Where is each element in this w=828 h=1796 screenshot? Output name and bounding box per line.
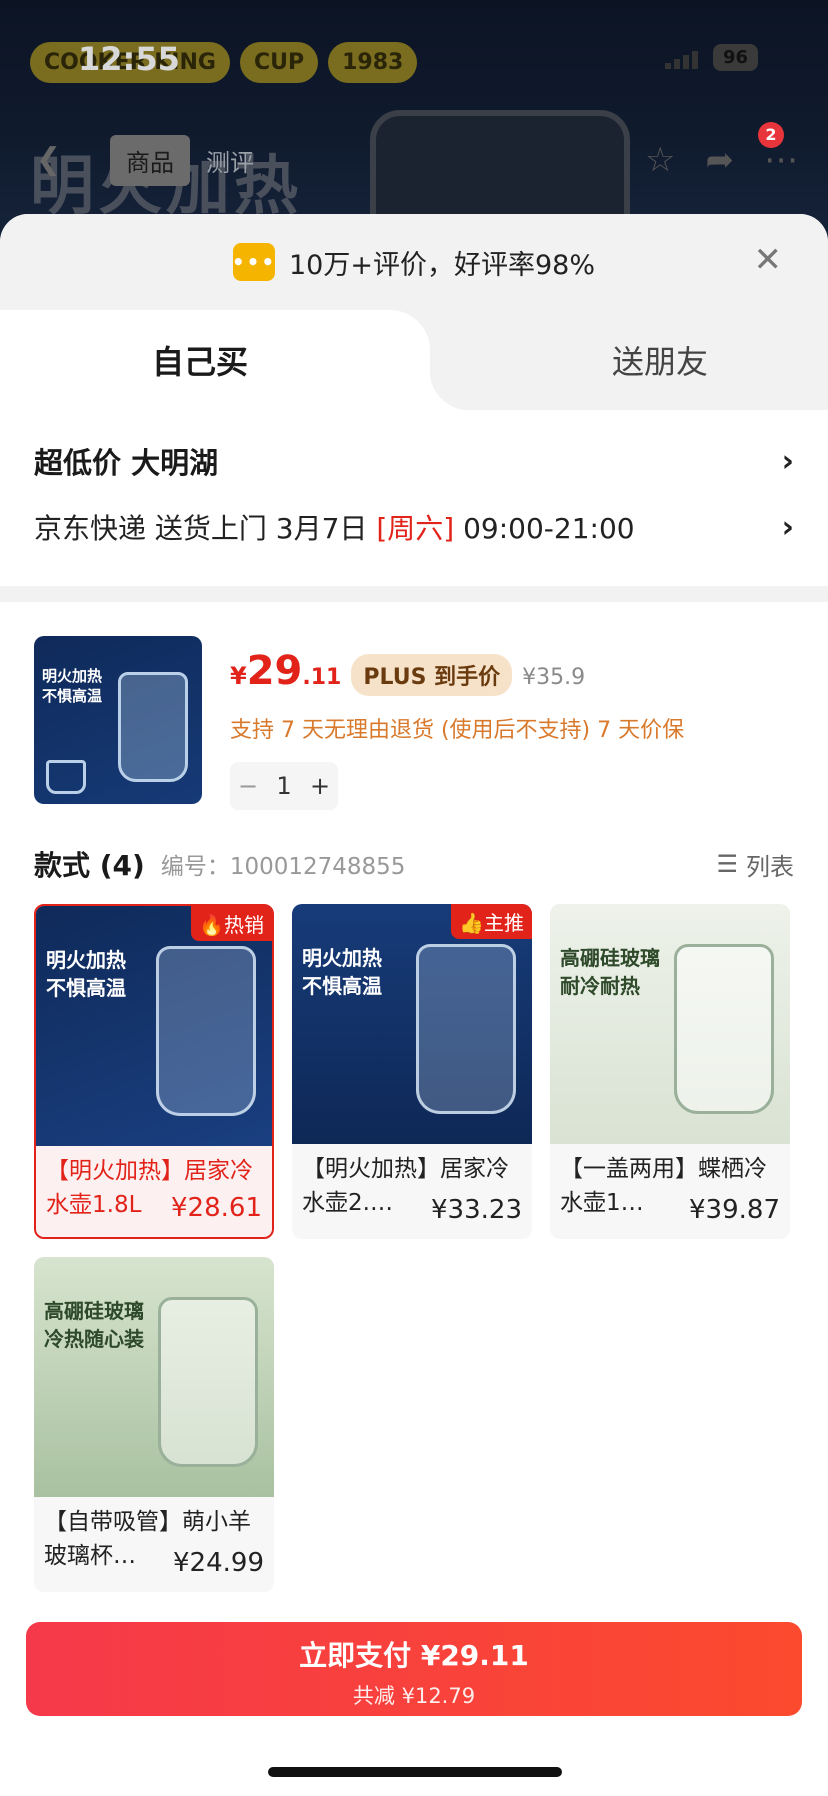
delivery-section: 超低价 大明湖 › 京东快递 送货上门 3月7日 [周六] 09:00-21:0… bbox=[0, 410, 828, 586]
pay-now-label: 立即支付 ¥29.11 bbox=[299, 1639, 529, 1672]
review-summary-text: 10万+评价，好评率98% bbox=[289, 249, 595, 281]
product-page-backdrop: COOKER KING CUP 1983 明火加热 12:55 96 ❮ 商品 … bbox=[0, 0, 828, 240]
style-option-image: 高硼硅玻璃 耐冷耐热 bbox=[550, 904, 790, 1144]
bottom-pay-bar: 立即支付 ¥29.11 共减 ¥12.79 bbox=[0, 1610, 828, 1796]
style-option-card[interactable]: 明火加热 不惧高温 👍主推 【明火加热】居家冷水壶2.… ¥33.23 bbox=[292, 904, 532, 1239]
purchase-mode-tabs: 自己买 送朋友 bbox=[0, 310, 828, 410]
chevron-right-icon: › bbox=[781, 443, 794, 479]
jug-image bbox=[674, 944, 774, 1114]
tab-buy-for-self[interactable]: 自己买 bbox=[0, 310, 470, 410]
product-code: 编号：100012748855 bbox=[161, 847, 406, 881]
delivery-time-range: 09:00-21:00 bbox=[454, 512, 635, 545]
status-icons: 96 bbox=[664, 44, 758, 71]
review-summary: ••• 10万+评价，好评率98% ✕ bbox=[0, 214, 828, 310]
tab-review[interactable]: 测评 bbox=[190, 135, 270, 186]
decrease-button[interactable]: − bbox=[230, 772, 266, 800]
brand-pill: 1983 bbox=[328, 42, 418, 83]
currency-symbol: ¥ bbox=[230, 662, 247, 690]
home-indicator bbox=[268, 1767, 562, 1777]
increase-button[interactable]: + bbox=[302, 772, 338, 800]
cup-image bbox=[46, 760, 86, 794]
signal-icon bbox=[664, 47, 699, 69]
product-code-label: 编号： bbox=[160, 854, 230, 880]
recommended-tag: 👍主推 bbox=[451, 904, 532, 939]
style-option-price: ¥28.61 bbox=[165, 1193, 262, 1223]
style-option-price: ¥24.99 bbox=[167, 1548, 264, 1578]
pay-now-button[interactable]: 立即支付 ¥29.11 共减 ¥12.79 bbox=[26, 1622, 802, 1716]
image-caption: 明火加热 不惧高温 bbox=[302, 946, 382, 998]
status-time: 12:55 bbox=[78, 40, 180, 78]
tab-product[interactable]: 商品 bbox=[110, 135, 190, 186]
close-icon[interactable]: ✕ bbox=[754, 240, 783, 280]
delivery-weekday: [周六] bbox=[376, 512, 455, 545]
cup-image bbox=[158, 1297, 258, 1467]
back-arrow-icon[interactable]: ❮ bbox=[36, 142, 61, 177]
quantity-stepper: − 1 + bbox=[230, 762, 338, 810]
original-price: ¥35.9 bbox=[522, 665, 586, 690]
style-option-price: ¥33.23 bbox=[425, 1195, 522, 1225]
message-badge: 2 bbox=[758, 122, 784, 148]
discount-total: 共减 ¥12.79 bbox=[352, 1684, 476, 1708]
address-title: 超低价 大明湖 bbox=[34, 446, 219, 480]
tab-gift-friend[interactable]: 送朋友 bbox=[612, 310, 708, 410]
style-header: 款式 (4) 编号：100012748855 ☰ 列表 bbox=[34, 844, 794, 884]
list-view-label: 列表 bbox=[746, 852, 794, 881]
style-options-grid: 明火加热 不惧高温 🔥热销 【明火加热】居家冷水壶1.8L ¥28.61 明火加… bbox=[34, 904, 794, 1632]
image-caption: 高硼硅玻璃 冷热随心装 bbox=[44, 1299, 144, 1351]
share-icon[interactable]: ➦ bbox=[706, 140, 735, 180]
style-option-image: 高硼硅玻璃 冷热随心装 bbox=[34, 1257, 274, 1497]
chevron-right-icon: › bbox=[781, 509, 794, 545]
quantity-value[interactable]: 1 bbox=[266, 772, 302, 800]
delivery-time-row[interactable]: 京东快递 送货上门 3月7日 [周六] 09:00-21:00 › bbox=[34, 494, 794, 560]
style-option-card[interactable]: 高硼硅玻璃 冷热随心装 【自带吸管】萌小羊玻璃杯… ¥24.99 bbox=[34, 1257, 274, 1592]
brand-pill: CUP bbox=[239, 42, 319, 83]
price-decimal: .11 bbox=[302, 665, 342, 690]
price-integer: 29 bbox=[246, 648, 303, 694]
product-thumbnail[interactable]: 明火加热 不惧高温 bbox=[34, 636, 202, 804]
tag-label: 热销 bbox=[224, 913, 264, 937]
product-info: ¥29.11 PLUS 到手价 ¥35.9 支持 7 天无理由退货 (使用后不支… bbox=[230, 636, 684, 810]
style-option-card[interactable]: 高硼硅玻璃 耐冷耐热 【一盖两用】蝶栖冷水壶1… ¥39.87 bbox=[550, 904, 790, 1239]
purchase-sheet: ••• 10万+评价，好评率98% ✕ 自己买 送朋友 超低价 大明湖 › 京东… bbox=[0, 214, 828, 1796]
hot-sale-tag: 🔥热销 bbox=[191, 906, 272, 941]
style-title-group: 款式 (4) 编号：100012748855 bbox=[34, 844, 405, 884]
image-caption: 高硼硅玻璃 耐冷耐热 bbox=[560, 946, 660, 998]
plus-price-tag: PLUS 到手价 bbox=[351, 654, 513, 696]
style-option-price: ¥39.87 bbox=[683, 1195, 780, 1225]
style-title: 款式 (4) bbox=[34, 849, 145, 882]
product-section: 明火加热 不惧高温 ¥29.11 PLUS 到手价 ¥35.9 支持 7 天无理… bbox=[0, 602, 828, 1632]
nav-actions: ☆ ➦ ⋯ 2 bbox=[645, 122, 798, 180]
price-line: ¥29.11 PLUS 到手价 ¥35.9 bbox=[230, 648, 684, 696]
list-icon: ☰ bbox=[716, 850, 738, 878]
chat-bubble-icon: ••• bbox=[232, 243, 275, 281]
style-option-card[interactable]: 明火加热 不惧高温 🔥热销 【明火加热】居家冷水壶1.8L ¥28.61 bbox=[34, 904, 274, 1239]
section-divider bbox=[0, 586, 828, 602]
delivery-time-text: 京东快递 送货上门 3月7日 [周六] 09:00-21:00 bbox=[34, 507, 635, 547]
jug-image bbox=[118, 672, 188, 782]
product-code-value: 100012748855 bbox=[229, 854, 406, 880]
battery-icon: 96 bbox=[712, 44, 758, 71]
jug-image bbox=[416, 944, 516, 1114]
return-policy: 支持 7 天无理由退货 (使用后不支持) 7 天价保 bbox=[230, 718, 685, 743]
page-tabs: 商品 测评 bbox=[110, 135, 270, 186]
product-summary: 明火加热 不惧高温 ¥29.11 PLUS 到手价 ¥35.9 支持 7 天无理… bbox=[34, 636, 794, 810]
style-option-image: 明火加热 不惧高温 👍主推 bbox=[292, 904, 532, 1144]
style-option-image: 明火加热 不惧高温 🔥热销 bbox=[36, 906, 272, 1146]
tag-label: 主推 bbox=[484, 911, 524, 935]
final-price: ¥29.11 bbox=[230, 648, 341, 694]
image-caption: 明火加热 不惧高温 bbox=[46, 948, 126, 1000]
address-row[interactable]: 超低价 大明湖 › bbox=[34, 428, 794, 494]
thumbnail-text: 明火加热 不惧高温 bbox=[42, 667, 103, 705]
more-icon[interactable]: ⋯ 2 bbox=[758, 122, 798, 180]
star-icon[interactable]: ☆ bbox=[645, 140, 675, 180]
list-view-toggle[interactable]: ☰ 列表 bbox=[716, 847, 794, 882]
jug-image bbox=[156, 946, 256, 1116]
delivery-date: 京东快递 送货上门 3月7日 bbox=[34, 512, 377, 545]
